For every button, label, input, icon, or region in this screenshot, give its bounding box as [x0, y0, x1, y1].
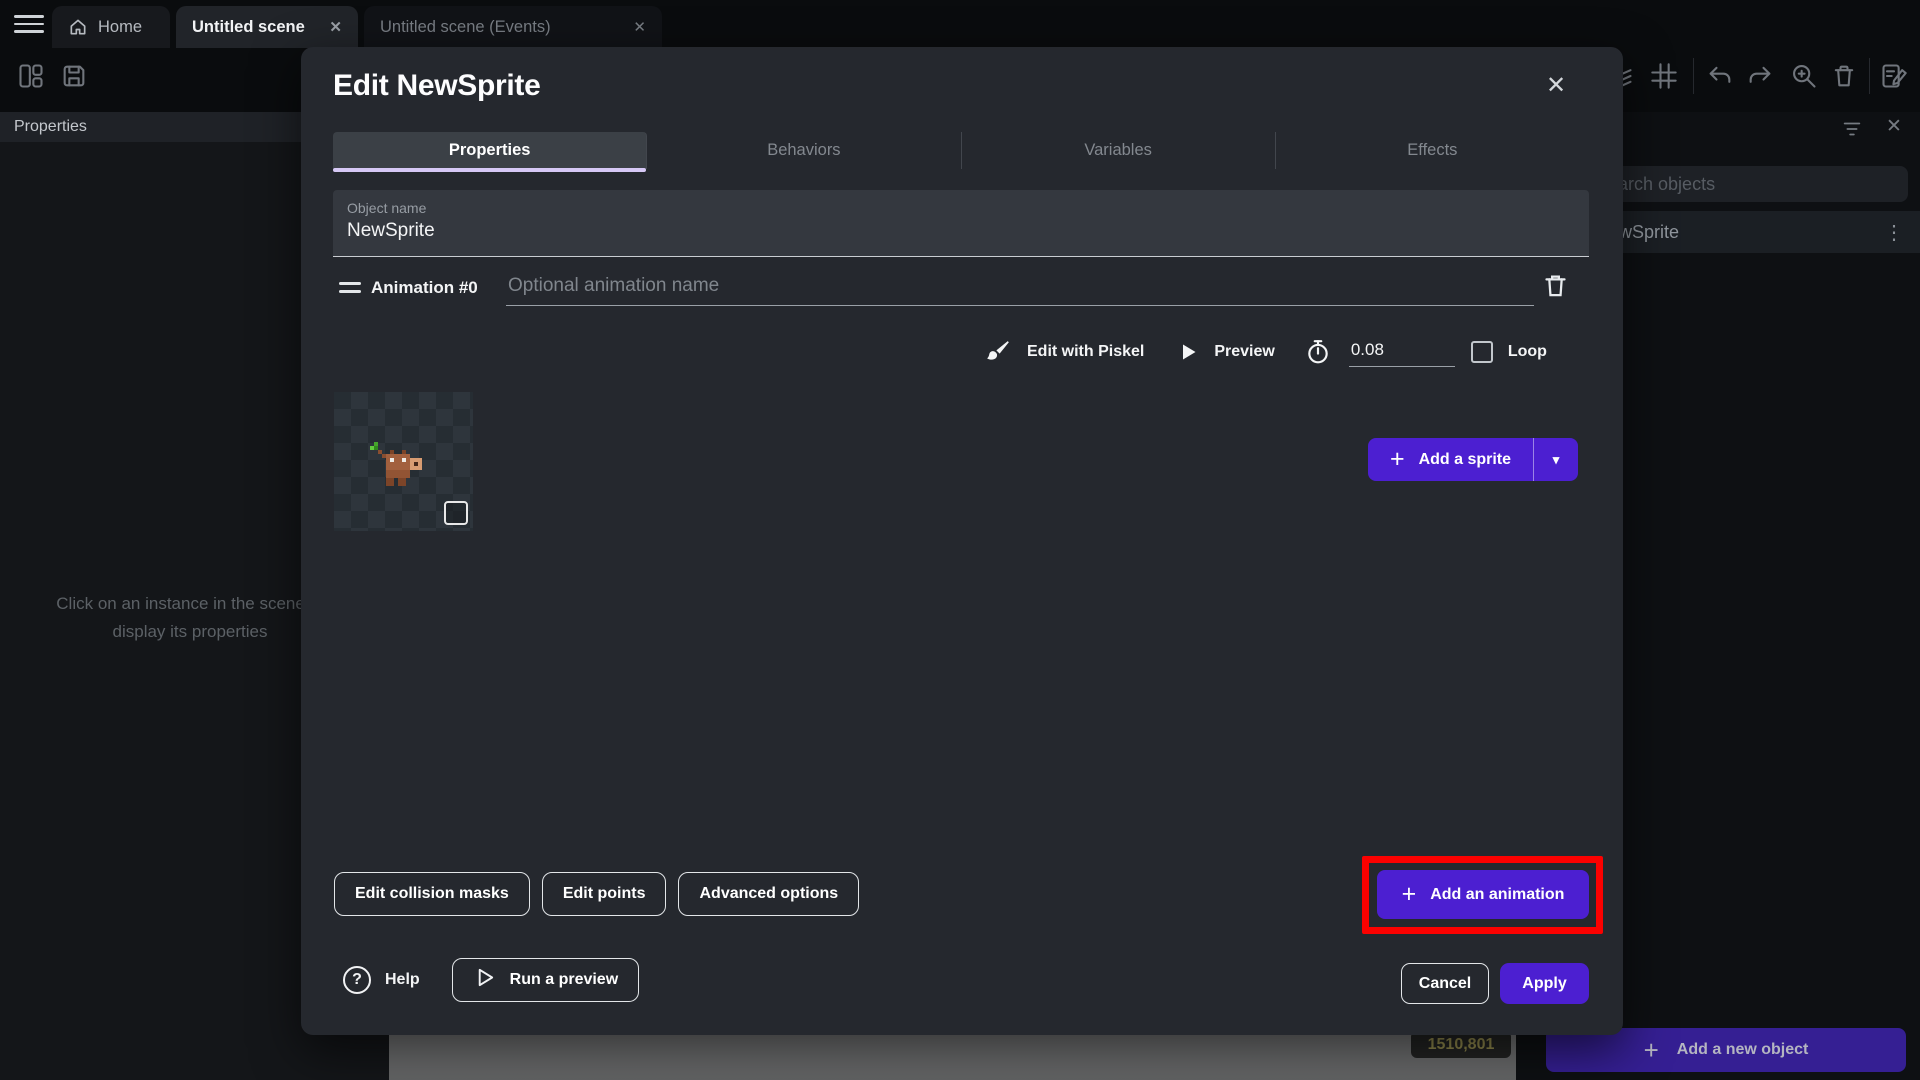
add-new-object-label: Add a new object — [1676, 1041, 1809, 1058]
cursor-coordinates-badge: 1510,801 — [1411, 1031, 1511, 1058]
run-preview-label: Run a preview — [509, 971, 619, 988]
loop-checkbox[interactable] — [1470, 341, 1493, 363]
help-icon[interactable]: ? — [343, 966, 371, 994]
close-icon[interactable]: ✕ — [1886, 115, 1902, 138]
add-animation-label: Add an animation — [1430, 885, 1565, 903]
help-label[interactable]: Help — [385, 971, 420, 989]
sprite-tools-row: Edit collision masks Edit points Advance… — [334, 872, 860, 916]
plus-icon: + — [1389, 445, 1405, 473]
menu-icon[interactable] — [14, 15, 44, 33]
scene-canvas-edge — [389, 1035, 1516, 1080]
loop-label: Loop — [1507, 343, 1547, 360]
cancel-button[interactable]: Cancel — [1401, 963, 1489, 1004]
drag-handle-icon[interactable] — [339, 282, 361, 293]
animation-row: Animation #0 — [333, 269, 1589, 309]
run-a-preview-button[interactable]: Run a preview — [451, 958, 640, 1002]
chevron-down-icon[interactable]: ▾ — [1534, 438, 1578, 481]
tab-behaviors[interactable]: Behaviors — [647, 132, 962, 169]
more-options-icon[interactable]: ⋮ — [1884, 220, 1904, 245]
close-icon[interactable]: ✕ — [1546, 71, 1566, 100]
zoom-in-icon[interactable] — [1790, 62, 1818, 90]
search-objects-input[interactable] — [1580, 166, 1908, 202]
cursor-coordinates: 1510,801 — [1427, 1035, 1495, 1053]
tab-home[interactable]: Home — [52, 6, 170, 48]
close-icon[interactable]: ✕ — [329, 18, 342, 36]
close-icon[interactable]: ✕ — [633, 18, 646, 36]
object-name-label: Object name — [347, 200, 427, 216]
panels-layout-icon[interactable] — [17, 62, 45, 90]
stopwatch-icon — [1305, 339, 1331, 365]
dialog-footer-left: ? Help Run a preview — [343, 958, 640, 1002]
preview-button[interactable]: Preview — [1214, 343, 1274, 361]
toolbar-divider — [1693, 58, 1694, 94]
animation-name-input[interactable] — [506, 271, 1534, 306]
animation-toolbar: Edit with Piskel Preview Loop — [985, 330, 1589, 374]
object-name-field[interactable]: Object name — [333, 190, 1589, 257]
tab-effects[interactable]: Effects — [1276, 132, 1589, 169]
home-icon — [68, 17, 88, 37]
edit-object-dialog: Edit NewSprite ✕ Properties Behaviors Va… — [301, 47, 1623, 1035]
edit-with-piskel-button[interactable]: Edit with Piskel — [1027, 343, 1144, 361]
add-an-animation-button[interactable]: + Add an animation — [1377, 870, 1589, 919]
tab-properties[interactable]: Properties — [333, 132, 648, 172]
redo-icon[interactable] — [1746, 62, 1774, 90]
undo-icon[interactable] — [1706, 62, 1734, 90]
object-name-input[interactable] — [347, 220, 1547, 242]
add-sprite-label: Add a sprite — [1418, 450, 1512, 468]
sprite-pig-image — [370, 442, 422, 486]
edit-collision-masks-button[interactable]: Edit collision masks — [334, 872, 530, 916]
tab-untitled-scene[interactable]: Untitled scene ✕ — [176, 6, 358, 48]
save-icon[interactable] — [60, 62, 88, 90]
object-list-item[interactable]: NewSprite ⋮ — [1580, 211, 1920, 253]
play-outline-icon — [473, 966, 496, 994]
apply-button[interactable]: Apply — [1500, 963, 1589, 1004]
edit-points-button[interactable]: Edit points — [541, 872, 667, 916]
frame-select-checkbox[interactable] — [444, 501, 468, 525]
toolbar-divider — [1869, 58, 1870, 94]
sprite-frame-thumbnail[interactable] — [334, 392, 473, 531]
top-tab-bar: Home Untitled scene ✕ Untitled scene (Ev… — [0, 0, 1920, 48]
filter-icon[interactable] — [1841, 118, 1863, 140]
dialog-tabs: Properties Behaviors Variables Effects — [333, 132, 1589, 172]
tab-variables[interactable]: Variables — [962, 132, 1276, 169]
brush-icon — [985, 339, 1011, 365]
play-icon[interactable] — [1178, 342, 1198, 362]
time-between-frames-input[interactable] — [1348, 337, 1455, 367]
tab-events-label: Untitled scene (Events) — [380, 17, 551, 36]
plus-icon: + — [1643, 1034, 1659, 1065]
tab-untitled-scene-events[interactable]: Untitled scene (Events) ✕ — [364, 6, 662, 48]
delete-animation-icon[interactable] — [1542, 271, 1569, 299]
trash-icon[interactable] — [1830, 62, 1858, 90]
plus-icon: + — [1401, 880, 1417, 908]
tab-home-label: Home — [98, 17, 143, 36]
scene-events-editor-icon[interactable] — [1880, 62, 1908, 90]
add-sprite-button[interactable]: + Add a sprite ▾ — [1368, 438, 1578, 481]
tab-scene-label: Untitled scene — [192, 17, 305, 36]
animation-label: Animation #0 — [371, 278, 478, 297]
advanced-options-button[interactable]: Advanced options — [678, 872, 860, 916]
dialog-title: Edit NewSprite — [333, 69, 541, 102]
grid-icon[interactable] — [1650, 62, 1678, 90]
